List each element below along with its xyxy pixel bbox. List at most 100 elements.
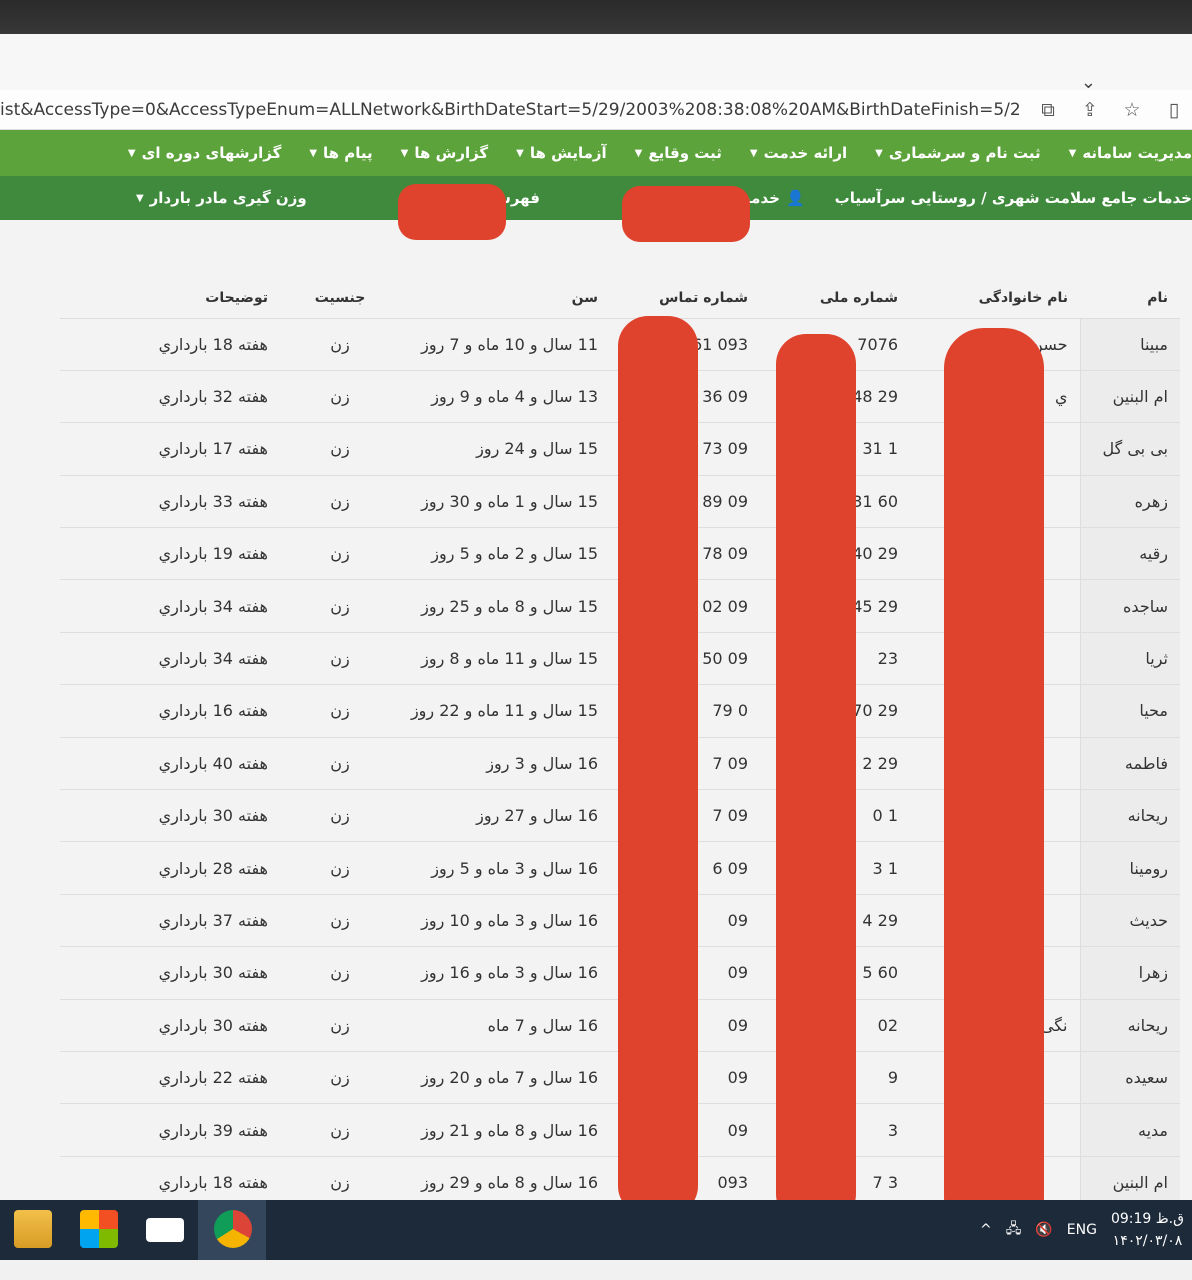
menu-events[interactable]: ثبت وقایع ▼ (635, 144, 722, 162)
cell-notes: هفته 34 بارداري (60, 632, 280, 686)
sidepanel-icon[interactable]: ▯ (1162, 98, 1186, 122)
chevron-up-icon[interactable]: ^ (980, 1222, 992, 1238)
cell-age: 16 سال و 3 ماه و 10 روز (400, 894, 610, 948)
cell-name: حدیث (1079, 894, 1180, 948)
cell-name: ثریا (1079, 632, 1180, 686)
share-icon[interactable]: ⇪ (1078, 98, 1102, 122)
cell-name: رومینا (1079, 841, 1180, 895)
url-text[interactable]: ist&AccessType=0&AccessTypeEnum=ALLNetwo… (0, 100, 1020, 120)
cell-gender: زن (280, 527, 400, 581)
clock-date: ۱۴۰۲/۰۳/۰۸ (1112, 1233, 1183, 1249)
cell-name: فاطمه (1079, 737, 1180, 791)
cell-gender: زن (280, 1051, 400, 1105)
cell-notes: هفته 30 بارداري (60, 789, 280, 843)
cell-name: ریحانه (1079, 999, 1180, 1052)
windows-taskbar: ^ 🖧 🔇 ENG 09:19 ق.ظ ۱۴۰۲/۰۳/۰۸ (0, 1200, 1192, 1260)
sub-menu: خدمات جامع سلامت شهری / روستایی سرآسیاب … (0, 176, 1192, 220)
col-phone[interactable]: شماره تماس (610, 262, 760, 319)
cell-name: ام البنین (1079, 370, 1180, 424)
caret-down-icon: ▼ (516, 147, 524, 159)
mail-icon[interactable] (146, 1218, 184, 1242)
cell-age: 16 سال و 3 ماه و 16 روز (400, 946, 610, 1000)
menu-tests[interactable]: آزمایش ها ▼ (516, 144, 607, 162)
col-gender[interactable]: جنسیت (280, 262, 400, 319)
col-notes[interactable]: توضیحات (60, 262, 280, 319)
menu-reports[interactable]: گزارش ها ▼ (401, 144, 489, 162)
menu-system-management[interactable]: مدیریت سامانه ▼ (1069, 144, 1192, 162)
cell-name: ساجده (1079, 579, 1180, 633)
cell-notes: هفته 18 بارداري (60, 318, 280, 371)
cell-name: بی بی گل (1079, 422, 1180, 476)
volume-muted-icon[interactable]: 🔇 (1035, 1222, 1052, 1238)
cell-age: 15 سال و 11 ماه و 22 روز (400, 684, 610, 738)
cell-gender: زن (280, 684, 400, 738)
cell-age: 15 سال و 2 ماه و 5 روز (400, 527, 610, 581)
cell-notes: هفته 19 بارداري (60, 527, 280, 581)
menu-pregnant-weighing[interactable]: وزن گیری مادر باردار ▼ (136, 189, 307, 207)
caret-down-icon: ▼ (749, 147, 758, 159)
cell-gender: زن (280, 632, 400, 686)
redaction-mark (398, 184, 506, 240)
clock-time: 09:19 ق.ظ (1110, 1211, 1184, 1227)
cell-name: زهره (1079, 475, 1180, 529)
cell-notes: هفته 16 بارداري (60, 684, 280, 738)
cell-notes: هفته 37 بارداري (60, 894, 280, 948)
cell-notes: هفته 22 بارداري (60, 1051, 280, 1105)
table-header-row: نام نام خانوادگی شماره ملی شماره تماس سن… (60, 262, 1180, 319)
cell-name: سعیده (1079, 1051, 1180, 1105)
menu-label: آزمایش ها (529, 144, 607, 162)
caret-down-icon: ▼ (400, 147, 409, 159)
cell-gender: زن (280, 475, 400, 529)
clock[interactable]: 09:19 ق.ظ ۱۴۰۲/۰۳/۰۸ (1111, 1208, 1184, 1252)
menu-label: وزن گیری مادر باردار (149, 189, 307, 207)
cell-notes: هفته 30 بارداري (60, 946, 280, 1000)
cell-notes: هفته 28 بارداري (60, 841, 280, 895)
cell-age: 15 سال و 11 ماه و 8 روز (400, 632, 610, 686)
redaction-mark (776, 334, 856, 1224)
col-age[interactable]: سن (400, 262, 610, 319)
cell-name: مدیه (1079, 1103, 1180, 1157)
translate-icon[interactable]: ⧉ (1036, 98, 1060, 122)
cell-gender: زن (280, 946, 400, 1000)
cell-notes: هفته 32 بارداري (60, 370, 280, 424)
menu-messages[interactable]: پیام ها ▼ (309, 144, 372, 162)
cell-age: 16 سال و 7 ماه (400, 999, 610, 1052)
chrome-icon[interactable] (214, 1210, 252, 1248)
menu-periodic-reports[interactable]: گزارشهای دوره ای ▼ (128, 144, 281, 162)
redaction-mark (618, 316, 698, 1216)
cell-age: 11 سال و 10 ماه و 7 روز (400, 318, 610, 371)
network-icon[interactable]: 🖧 (1006, 1218, 1022, 1242)
menu-label: گزارشهای دوره ای (141, 144, 282, 162)
system-tray: ^ 🖧 🔇 ENG 09:19 ق.ظ ۱۴۰۲/۰۳/۰۸ (980, 1200, 1192, 1260)
address-bar-actions: ⧉ ⇪ ☆ ▯ (1036, 98, 1186, 122)
col-name[interactable]: نام (1080, 262, 1180, 319)
cell-notes: هفته 39 بارداري (60, 1103, 280, 1157)
cell-age: 15 سال و 1 ماه و 30 روز (400, 475, 610, 529)
language-indicator[interactable]: ENG (1067, 1222, 1097, 1238)
store-icon[interactable] (80, 1210, 118, 1248)
cell-age: 13 سال و 4 ماه و 9 روز (400, 370, 610, 424)
cell-age: 15 سال و 24 روز (400, 422, 610, 476)
caret-down-icon: ▼ (309, 147, 318, 159)
menu-label: ثبت نام و سرشماری (888, 144, 1041, 162)
cell-name: ریحانه (1079, 789, 1180, 843)
caret-down-icon: ▼ (634, 147, 643, 159)
menu-label: ارائه خدمت (763, 144, 848, 162)
star-icon[interactable]: ☆ (1120, 98, 1144, 122)
cell-gender: زن (280, 1103, 400, 1157)
menu-service[interactable]: ارائه خدمت ▼ (750, 144, 847, 162)
cell-notes: هفته 17 بارداري (60, 422, 280, 476)
cell-age: 16 سال و 27 روز (400, 789, 610, 843)
cell-name: مبینا (1079, 318, 1180, 371)
cell-notes: هفته 40 بارداري (60, 737, 280, 791)
main-menu: مدیریت سامانه ▼ ثبت نام و سرشماری ▼ ارائه … (0, 130, 1192, 176)
cell-name: زهرا (1079, 946, 1180, 1000)
address-bar[interactable]: ist&AccessType=0&AccessTypeEnum=ALLNetwo… (0, 90, 1192, 130)
cell-notes: هفته 30 بارداري (60, 999, 280, 1052)
browser-tabstrip: ⌄ (0, 34, 1192, 93)
menu-registration[interactable]: ثبت نام و سرشماری ▼ (875, 144, 1041, 162)
file-explorer-icon[interactable] (14, 1210, 52, 1248)
col-family[interactable]: نام خانوادگی (910, 262, 1080, 319)
cell-age: 16 سال و 8 ماه و 21 روز (400, 1103, 610, 1157)
col-national-id[interactable]: شماره ملی (760, 262, 910, 319)
